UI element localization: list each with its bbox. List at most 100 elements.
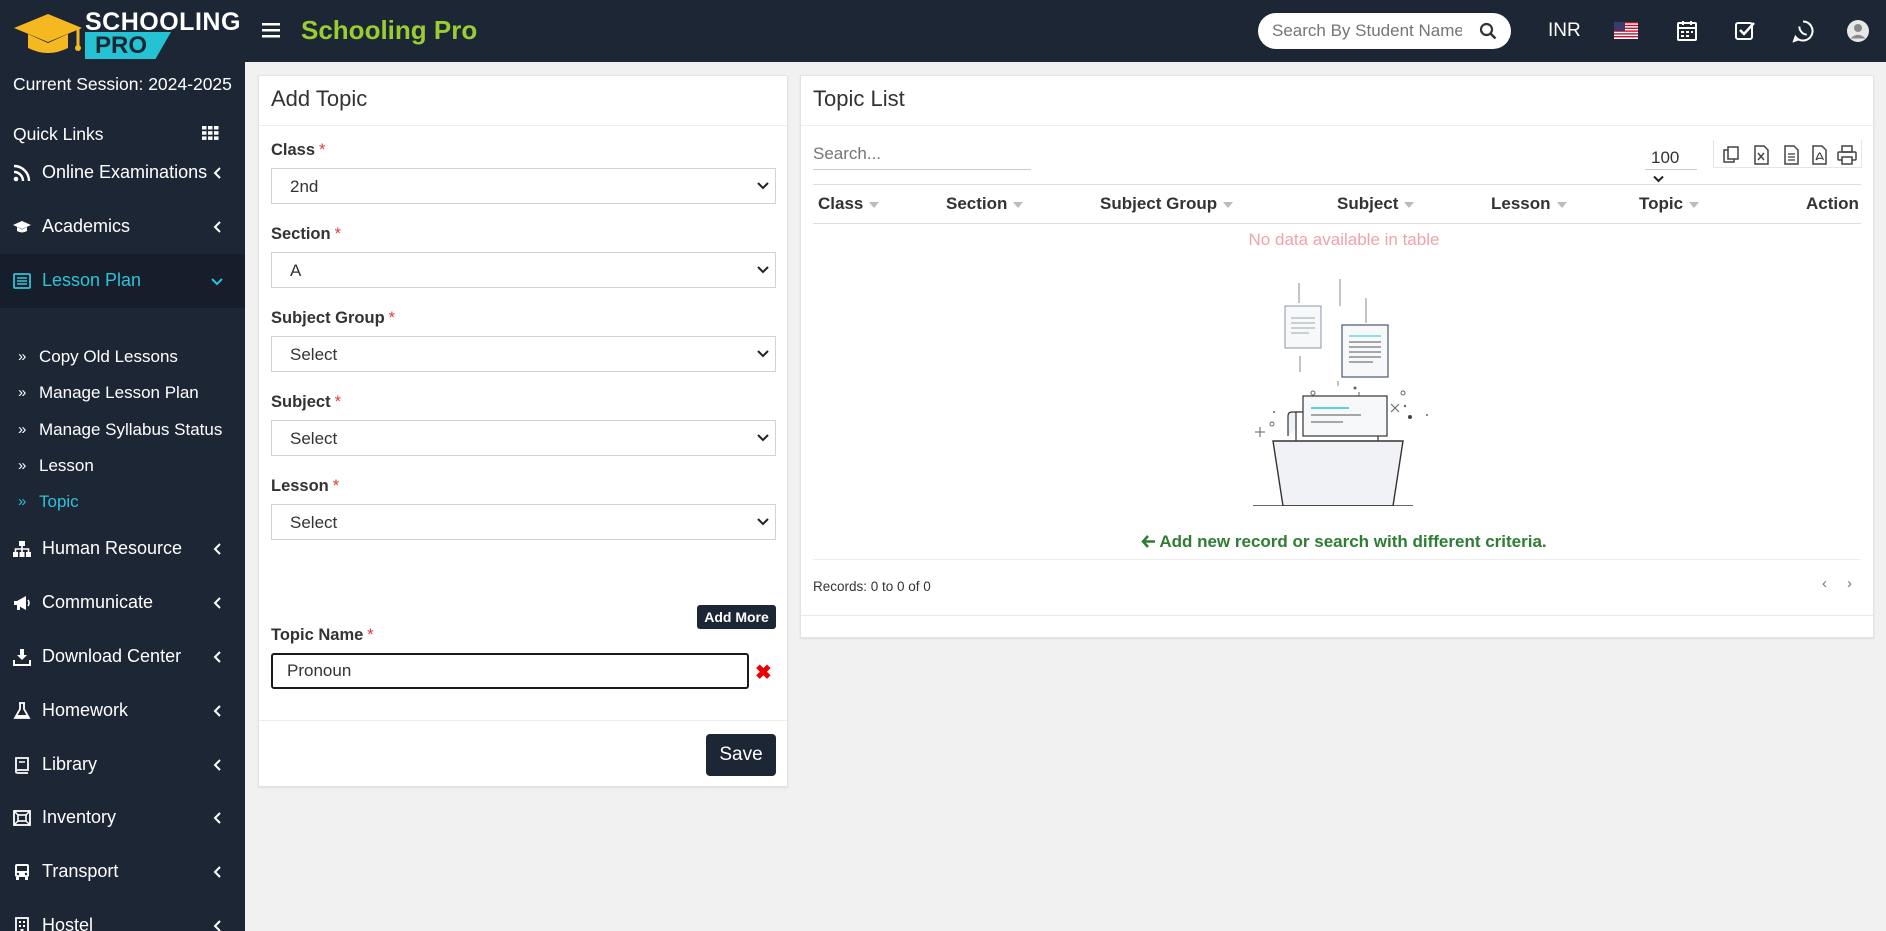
book-icon — [15, 757, 29, 774]
sidebar-subitem-copy-old-lessons[interactable]: » Copy Old Lessons — [0, 340, 245, 376]
sidebar-item-communicate[interactable]: Communicate — [0, 576, 245, 630]
sidebar-item-label: Download Center — [42, 646, 182, 666]
subject-group-select[interactable]: Select — [271, 336, 776, 372]
sidebar-subitem-manage-lesson-plan[interactable]: » Manage Lesson Plan — [0, 376, 245, 412]
quick-links[interactable]: Quick Links — [13, 124, 103, 145]
logo-text-pro: PRO — [85, 32, 171, 59]
hamburger-menu-icon[interactable] — [262, 18, 280, 44]
next-page-icon[interactable]: › — [1847, 575, 1852, 592]
remove-topic-icon[interactable]: ✖ — [755, 660, 772, 685]
student-search-box[interactable] — [1258, 13, 1511, 49]
search-icon[interactable] — [1479, 22, 1497, 40]
us-flag-icon[interactable] — [1614, 22, 1638, 39]
sidebar-item-label: Online Examinations — [42, 162, 208, 182]
sidebar-item-download-center[interactable]: Download Center — [0, 630, 245, 684]
column-header-lesson[interactable]: Lesson — [1491, 194, 1567, 214]
chevron-left-icon — [213, 543, 221, 555]
calendar-icon[interactable] — [1675, 19, 1699, 43]
excel-icon[interactable] — [1750, 144, 1772, 166]
grid-icon[interactable] — [202, 126, 219, 140]
topic-name-input[interactable] — [287, 661, 727, 681]
divider — [259, 125, 787, 126]
currency-selector[interactable]: INR — [1548, 20, 1581, 42]
sidebar-subitem-manage-syllabus-status[interactable]: » Manage Syllabus Status — [0, 413, 245, 449]
chevron-down-icon — [757, 434, 769, 442]
topic-list-panel: Topic List 100 Class Section Subject Gro… — [800, 75, 1874, 638]
sidebar-item-label: Academics — [42, 216, 131, 236]
previous-page-icon[interactable]: ‹ — [1822, 575, 1827, 592]
student-search-input[interactable] — [1272, 21, 1462, 41]
chevron-left-icon — [213, 759, 221, 771]
csv-icon[interactable] — [1780, 144, 1802, 166]
table-search-input[interactable] — [813, 144, 1023, 164]
sitemap-icon — [13, 541, 31, 557]
sidebar-subitem-label: Lesson — [39, 456, 94, 475]
sidebar-item-library[interactable]: Library — [0, 738, 245, 792]
subject-select[interactable]: Select — [271, 420, 776, 456]
divider — [813, 559, 1861, 560]
sidebar-item-human-resource[interactable]: Human Resource — [0, 522, 245, 576]
sidebar-item-inventory[interactable]: Inventory — [0, 791, 245, 845]
class-select[interactable]: 2nd — [271, 168, 776, 204]
graduation-cap-icon — [13, 221, 31, 233]
sidebar-item-homework[interactable]: Homework — [0, 684, 245, 738]
sidebar-item-online-examinations[interactable]: Online Examinations — [0, 146, 245, 200]
subject-group-select-value: Select — [290, 345, 338, 364]
sidebar-item-transport[interactable]: Transport — [0, 845, 245, 899]
schooling-pro-logo[interactable]: SCHOOLING PRO — [10, 4, 245, 60]
lesson-select-value: Select — [290, 513, 338, 532]
lesson-select[interactable]: Select — [271, 504, 776, 540]
column-header-subject-group[interactable]: Subject Group — [1100, 194, 1234, 214]
column-header-class[interactable]: Class — [818, 194, 880, 214]
building-icon — [15, 917, 29, 931]
subject-label: Subject * — [271, 393, 342, 411]
sort-icon — [1689, 201, 1700, 208]
sidebar-item-academics[interactable]: Academics — [0, 200, 245, 254]
download-icon — [13, 649, 31, 666]
print-icon[interactable] — [1836, 144, 1858, 166]
pdf-icon[interactable] — [1808, 144, 1830, 166]
sidebar-subitem-topic[interactable]: » Topic — [0, 485, 245, 521]
chevron-left-icon — [213, 812, 221, 824]
chevron-left-icon — [213, 651, 221, 663]
column-header-subject[interactable]: Subject — [1337, 194, 1415, 214]
topic-name-field[interactable] — [271, 653, 749, 689]
graduation-cap-logo-icon — [14, 14, 82, 53]
lesson-label: Lesson * — [271, 477, 340, 495]
sidebar-subitem-label: Topic — [39, 492, 79, 511]
user-avatar-icon[interactable] — [1846, 19, 1870, 43]
topic-list-title: Topic List — [813, 86, 905, 111]
page-length-select[interactable]: 100 — [1645, 148, 1697, 183]
chevron-down-icon — [757, 266, 769, 274]
sidebar-item-label: Homework — [42, 700, 129, 720]
section-select-value: A — [290, 261, 302, 280]
add-more-button[interactable]: Add More — [697, 605, 776, 629]
whatsapp-icon[interactable] — [1791, 19, 1815, 43]
section-label: Section * — [271, 225, 342, 243]
page-length-value: 100 — [1651, 148, 1680, 167]
current-session: Current Session: 2024-2025 — [13, 74, 232, 94]
add-new-record-hint: Add new record or search with different … — [801, 532, 1886, 552]
sidebar-item-hostel[interactable]: Hostel — [0, 899, 245, 931]
column-header-section[interactable]: Section — [946, 194, 1024, 214]
class-select-value: 2nd — [290, 177, 319, 196]
table-search[interactable] — [813, 144, 1031, 170]
task-checkbox-icon[interactable] — [1733, 19, 1757, 43]
table-header: Class Section Subject Group Subject Less… — [813, 184, 1861, 224]
sidebar-item-label: Library — [42, 754, 98, 774]
section-select[interactable]: A — [271, 252, 776, 288]
sort-icon — [1556, 201, 1567, 208]
sidebar-item-lesson-plan[interactable]: Lesson Plan — [0, 254, 245, 308]
chevron-down-icon — [757, 350, 769, 358]
save-button[interactable]: Save — [706, 734, 776, 776]
sidebar-subitem-label: Copy Old Lessons — [39, 347, 178, 366]
copy-icon[interactable] — [1720, 144, 1742, 166]
chevron-left-icon — [213, 221, 221, 233]
divider — [801, 615, 1873, 616]
box-icon — [13, 810, 31, 826]
column-header-topic[interactable]: Topic — [1639, 194, 1700, 214]
sidebar-subitem-lesson[interactable]: » Lesson — [0, 449, 245, 485]
app-title: Schooling Pro — [301, 15, 478, 45]
double-chevron-right-icon: » — [18, 493, 27, 510]
chevron-down-icon — [1653, 175, 1664, 183]
